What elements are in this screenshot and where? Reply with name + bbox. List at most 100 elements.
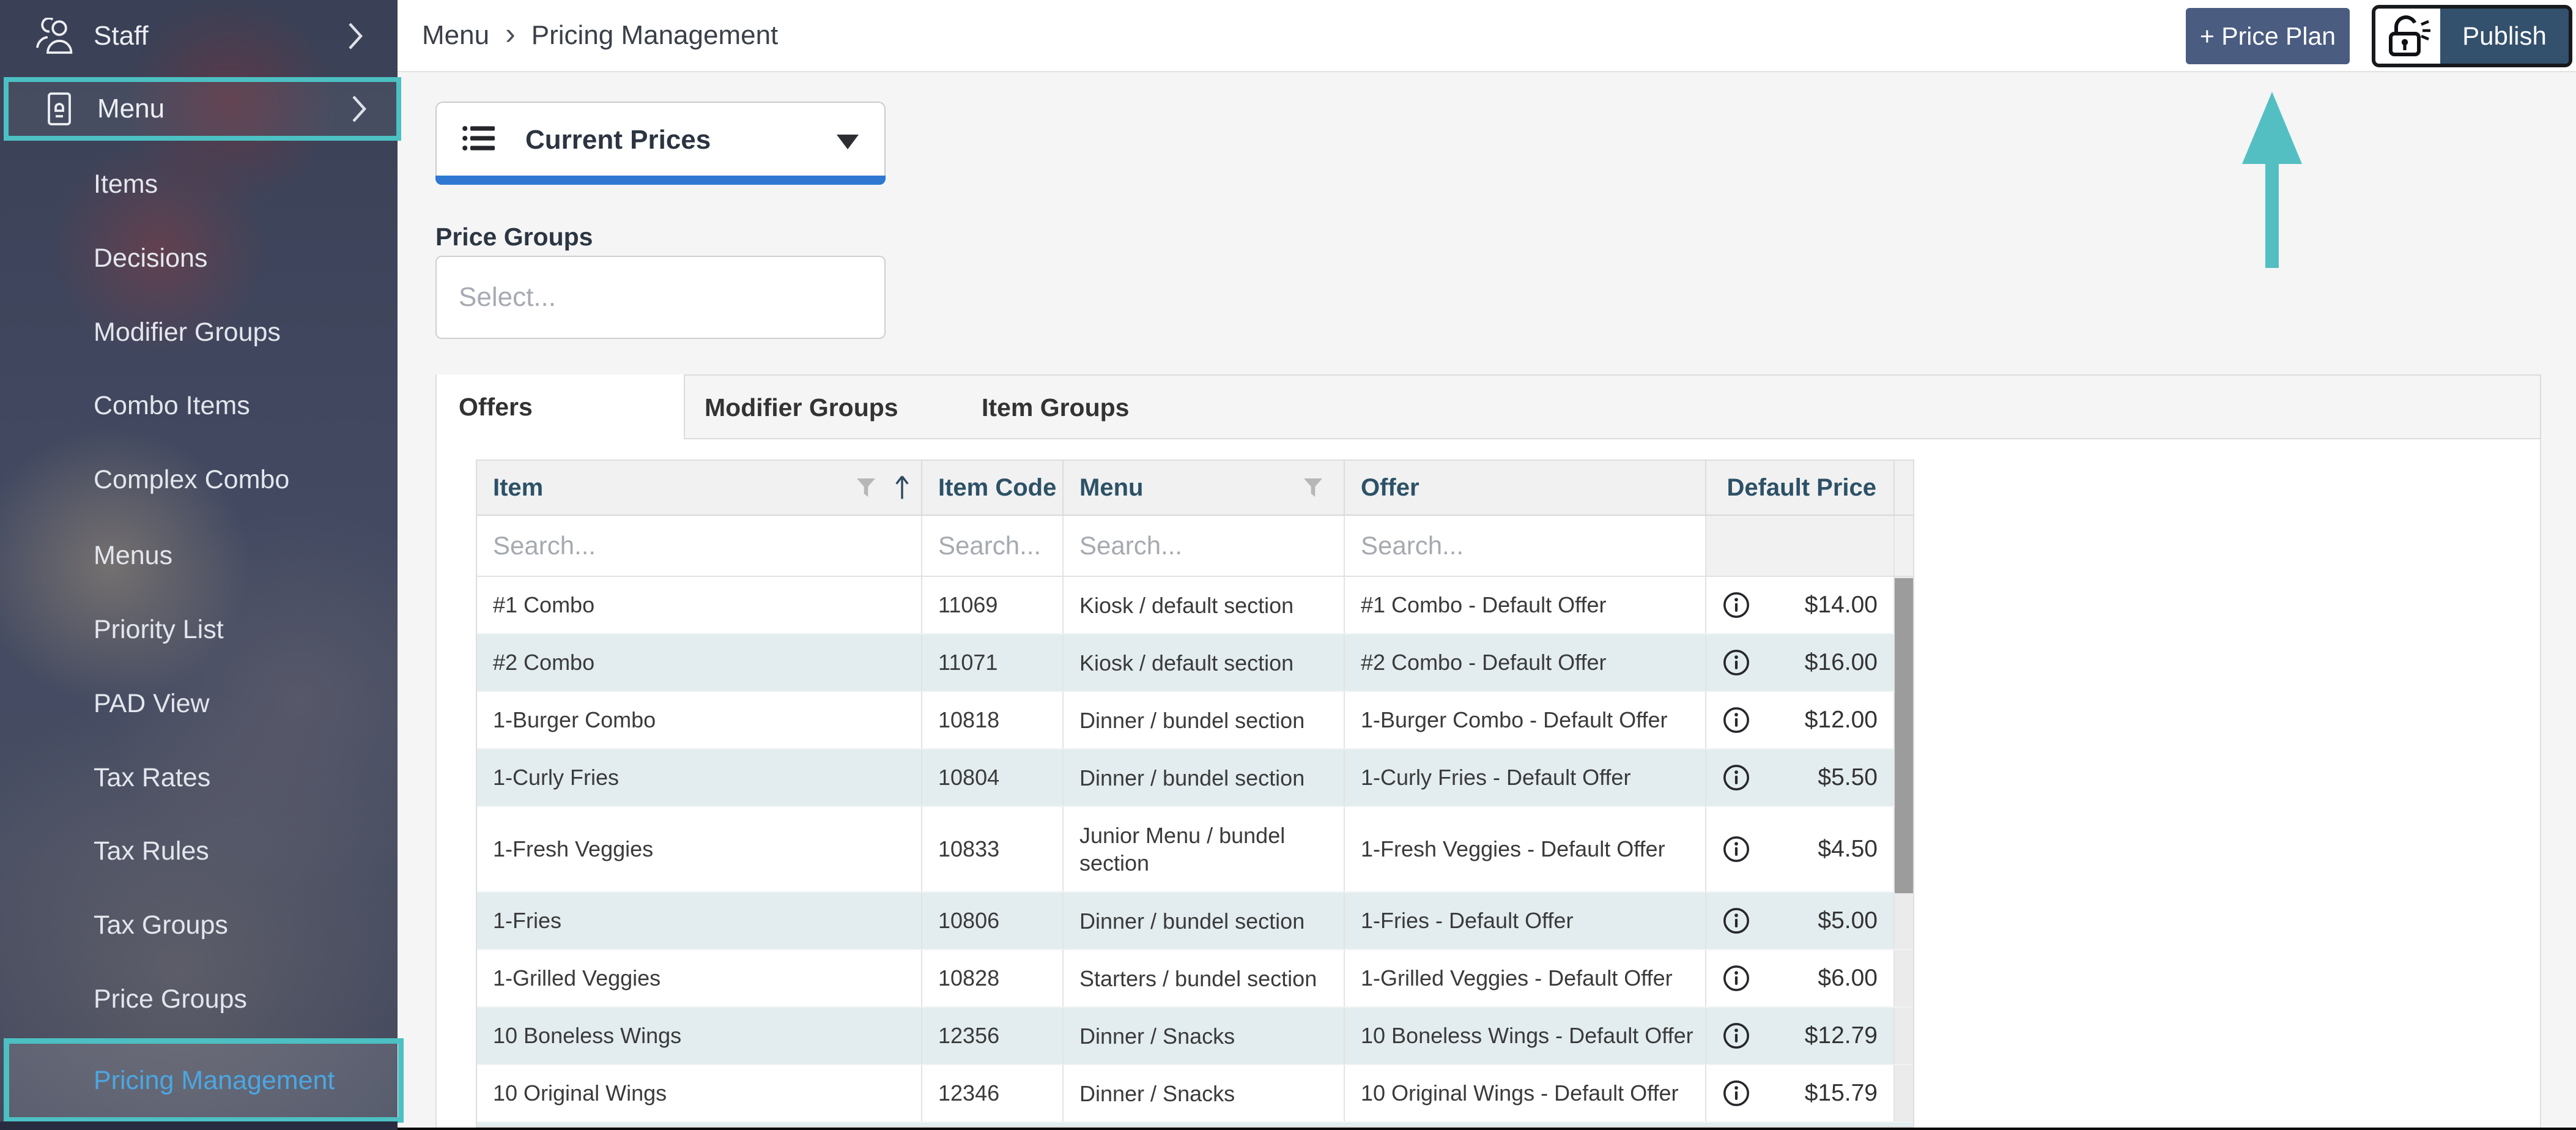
price-groups-label: Price Groups: [435, 223, 593, 251]
item-cell: 10 Boneless Wings: [477, 1008, 922, 1064]
table-row[interactable]: 1-Fries 10806 Dinner / bundel section 1-…: [477, 893, 1913, 950]
item-code-search-input[interactable]: [922, 516, 1062, 576]
info-icon[interactable]: [1722, 835, 1750, 863]
arrow-head: [2242, 92, 2302, 164]
pricing-management-screen: Staff Menu Items Decis: [0, 0, 2576, 1130]
sidebar-item-complex-combo[interactable]: Complex Combo: [94, 461, 289, 498]
table-row[interactable]: #2 Combo 11071 Kiosk / default section #…: [477, 634, 1913, 692]
column-header-default-price[interactable]: Default Price: [1706, 461, 1895, 515]
info-icon[interactable]: [1722, 706, 1750, 734]
offer-cell: 10 Boneless Wings - Default Offer: [1345, 1008, 1706, 1064]
sidebar-item-pad-view[interactable]: PAD View: [94, 685, 210, 722]
info-icon[interactable]: [1722, 964, 1750, 992]
default-price-cell: $12.79: [1706, 1008, 1895, 1064]
sidebar-item-pricing-management[interactable]: Pricing Management: [94, 1066, 335, 1096]
table-row[interactable]: 1-Burger Combo 10818 Dinner / bundel sec…: [477, 692, 1913, 749]
table-row[interactable]: #1 Combo 11069 Kiosk / default section #…: [477, 577, 1913, 634]
offer-cell: #1 Combo - Default Offer: [1345, 577, 1706, 633]
sidebar-item-items[interactable]: Items: [94, 166, 158, 203]
filter-icon[interactable]: [854, 475, 878, 500]
price-groups-select[interactable]: [435, 256, 886, 339]
sidebar-item-combo-items[interactable]: Combo Items: [94, 387, 250, 424]
sidebar-item-menus[interactable]: Menus: [94, 537, 172, 574]
table-scrollbar-thumb[interactable]: [1895, 578, 1913, 893]
sidebar-item-tax-groups[interactable]: Tax Groups: [94, 907, 228, 943]
info-icon[interactable]: [1722, 764, 1750, 792]
column-header-item-code[interactable]: Item Code: [922, 461, 1064, 515]
price-view-value: Current Prices: [525, 125, 711, 155]
table-row[interactable]: 10 Boneless Wings 12356 Dinner / Snacks …: [477, 1008, 1913, 1065]
menu-cell: Kiosk / default section: [1064, 634, 1345, 691]
menu-cell: Starters / bundel section: [1064, 950, 1345, 1006]
topbar: Menu › Pricing Management + Price Plan P…: [398, 0, 2576, 72]
sidebar-item-tax-rules[interactable]: Tax Rules: [94, 833, 209, 869]
info-icon[interactable]: [1722, 649, 1750, 677]
filter-icon[interactable]: [1301, 475, 1325, 500]
price-view-dropdown[interactable]: Current Prices: [435, 102, 886, 185]
breadcrumb: Menu › Pricing Management: [422, 0, 778, 71]
breadcrumb-current-page: Pricing Management: [531, 20, 779, 51]
sidebar-item-menu[interactable]: Menu: [9, 82, 394, 136]
arrow-shaft: [2265, 164, 2279, 268]
publish-button[interactable]: Publish: [2440, 9, 2569, 64]
staff-icon: [34, 18, 75, 54]
offers-panel: Item Item Code Menu: [435, 439, 2541, 1130]
topbar-actions: + Price Plan Publish: [2186, 5, 2572, 67]
sidebar-item-price-groups[interactable]: Price Groups: [94, 981, 247, 1017]
menu-cell: Dinner / Snacks: [1064, 1065, 1345, 1121]
info-icon[interactable]: [1722, 907, 1750, 935]
item-code-cell: 11071: [922, 634, 1064, 691]
tab-modifier-groups[interactable]: Modifier Groups: [705, 376, 898, 439]
info-icon[interactable]: [1722, 1022, 1750, 1050]
menu-search-input[interactable]: [1064, 516, 1344, 576]
table-search-row: [477, 516, 1913, 577]
price-value: $5.00: [1818, 907, 1878, 934]
breadcrumb-menu[interactable]: Menu: [422, 20, 489, 51]
search-cell: [1064, 516, 1345, 576]
column-header-label: Item: [493, 474, 543, 502]
default-price-cell: $14.00: [1706, 577, 1895, 633]
default-price-cell: $15.79: [1706, 1065, 1895, 1121]
offer-cell: 1-Fresh Veggies - Default Offer: [1345, 807, 1706, 891]
sidebar-bottom-strip: [0, 1121, 398, 1130]
info-icon[interactable]: [1722, 1079, 1750, 1107]
table-row[interactable]: 1-Fresh Veggies 10833 Junior Menu / bund…: [477, 807, 1913, 893]
add-price-plan-button[interactable]: + Price Plan: [2186, 8, 2350, 64]
column-header-label: Menu: [1079, 474, 1143, 502]
bottom-edge-strip: [398, 1128, 2576, 1130]
price-value: $4.50: [1818, 836, 1878, 863]
sidebar-item-label: Menu: [97, 94, 165, 124]
item-search-input[interactable]: [477, 516, 921, 576]
offer-cell: 1-Fries - Default Offer: [1345, 893, 1706, 949]
offer-search-input[interactable]: [1345, 516, 1705, 576]
search-gutter: [1895, 516, 1913, 576]
table-header-row: Item Item Code Menu: [477, 461, 1913, 516]
default-price-cell: $5.50: [1706, 749, 1895, 806]
column-header-offer[interactable]: Offer: [1345, 461, 1706, 515]
offers-table: Item Item Code Menu: [476, 459, 1914, 1128]
sidebar-item-tax-rates[interactable]: Tax Rates: [94, 759, 210, 796]
table-row[interactable]: 10 Original Wings 12346 Dinner / Snacks …: [477, 1065, 1913, 1123]
default-price-cell: $5.00: [1706, 893, 1895, 949]
table-row[interactable]: 1-Curly Fries 10804 Dinner / bundel sect…: [477, 749, 1913, 807]
item-cell: #2 Combo: [477, 634, 922, 691]
table-row[interactable]: 1-Grilled Veggies 10828 Starters / bunde…: [477, 950, 1913, 1008]
info-icon[interactable]: [1722, 591, 1750, 619]
sort-asc-icon[interactable]: [892, 474, 912, 501]
menu-cell: Kiosk / default section: [1064, 577, 1345, 633]
header-gutter: [1895, 461, 1913, 515]
unlock-button[interactable]: [2375, 9, 2440, 64]
sidebar-item-staff[interactable]: Staff: [0, 0, 398, 72]
sidebar: Staff Menu Items Decis: [0, 0, 398, 1130]
tab-item-groups[interactable]: Item Groups: [982, 376, 1129, 439]
tab-offers[interactable]: Offers: [435, 374, 685, 442]
item-code-cell: 10806: [922, 893, 1064, 949]
sidebar-item-decisions[interactable]: Decisions: [94, 240, 207, 277]
row-gutter: [1895, 893, 1913, 949]
sidebar-item-priority-list[interactable]: Priority List: [94, 611, 224, 648]
column-header-menu[interactable]: Menu: [1064, 461, 1345, 515]
item-cell: 1-Grilled Veggies: [477, 950, 922, 1006]
column-header-item[interactable]: Item: [477, 461, 922, 515]
sidebar-item-modifier-groups[interactable]: Modifier Groups: [94, 314, 281, 351]
main-content: Current Prices Price Groups Offers Modif…: [398, 72, 2576, 1130]
